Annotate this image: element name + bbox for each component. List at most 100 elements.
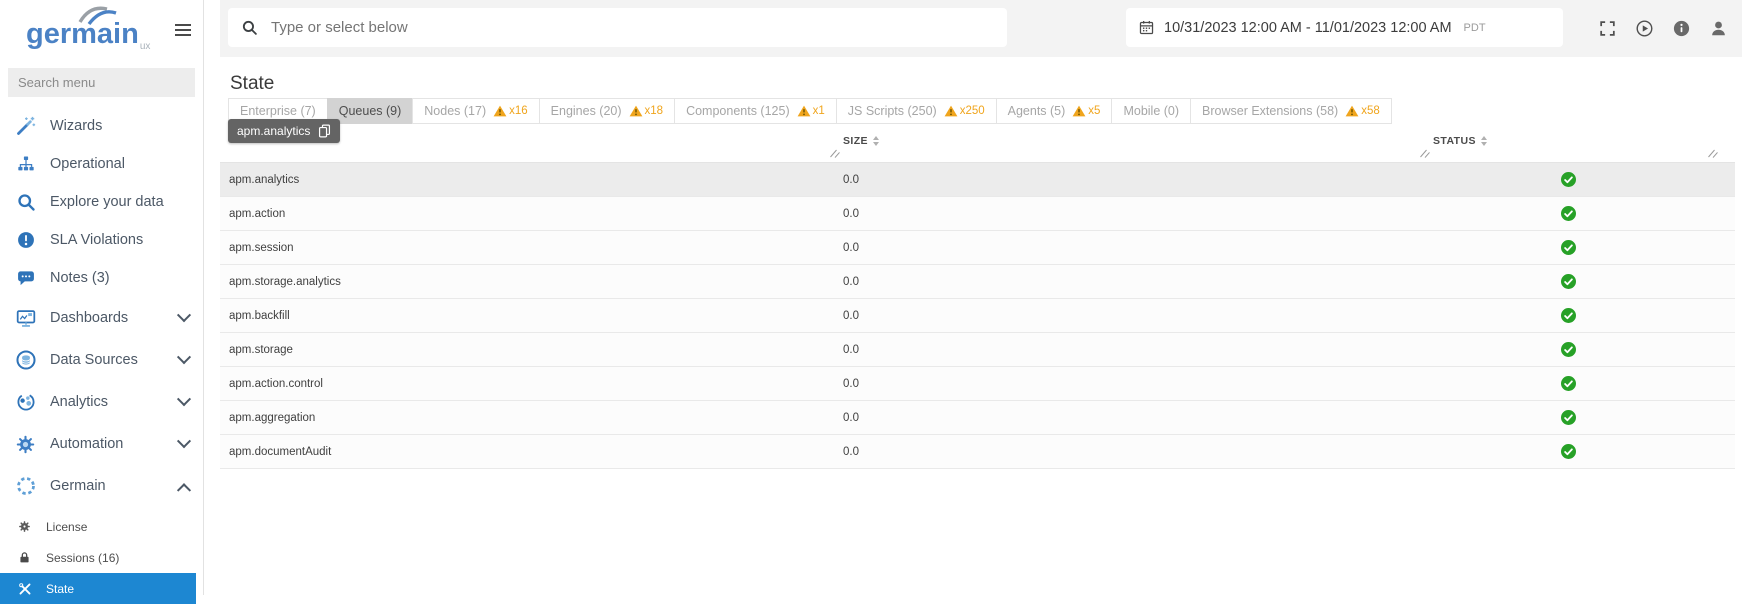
tab-warning-badge: x250 <box>944 105 985 117</box>
tab-engines-20[interactable]: Engines (20) x18 <box>538 98 676 124</box>
tab-label: Agents (5) <box>1007 104 1066 118</box>
menu-toggle-icon[interactable] <box>175 21 191 39</box>
logo-swoosh-icon <box>78 6 117 26</box>
size-cell: 0.0 <box>843 241 859 254</box>
sidebar-subitem-license[interactable]: License <box>0 511 203 542</box>
status-ok-icon <box>1561 444 1576 459</box>
sidebar-item-wizards[interactable]: Wizards <box>0 107 203 145</box>
sidebar-header: germainux <box>0 0 203 64</box>
date-range-picker[interactable]: 10/31/2023 12:00 AM - 11/01/2023 12:00 A… <box>1126 8 1563 47</box>
sidebar-item-data-sources[interactable]: Data Sources <box>0 339 203 381</box>
top-header-bar: 10/31/2023 12:00 AM - 11/01/2023 12:00 A… <box>220 0 1742 57</box>
tab-mobile-0[interactable]: Mobile (0) <box>1111 98 1192 124</box>
copy-icon[interactable] <box>318 124 331 138</box>
table-row[interactable]: apm.documentAudit 0.0 <box>220 435 1735 469</box>
sidebar-nav: Wizards Operational Explore your data SL… <box>0 107 203 507</box>
license-gear-icon <box>18 520 31 533</box>
sitemap-icon <box>16 154 36 174</box>
warning-count: x58 <box>1361 105 1380 117</box>
sidebar-item-explore-your-data[interactable]: Explore your data <box>0 183 203 221</box>
tab-warning-badge: x5 <box>1072 105 1100 117</box>
tab-nodes-17[interactable]: Nodes (17) x16 <box>412 98 540 124</box>
global-search[interactable] <box>228 8 1007 47</box>
tooltip-text: apm.analytics <box>237 124 311 138</box>
status-cell <box>1433 172 1735 187</box>
status-ok-icon <box>1561 376 1576 391</box>
queue-name-tooltip[interactable]: apm.analytics <box>228 119 341 143</box>
lock-icon <box>18 551 31 564</box>
table-row[interactable]: apm.storage 0.0 <box>220 333 1735 367</box>
table-body: apm.analytics 0.0 apm.action 0.0 apm.ses… <box>220 163 1735 469</box>
size-cell: 0.0 <box>843 207 859 220</box>
user-button[interactable] <box>1709 19 1728 38</box>
fullscreen-button[interactable] <box>1598 19 1617 38</box>
column-resize-handle[interactable] <box>1706 148 1719 158</box>
tab-label: Nodes (17) <box>424 104 487 118</box>
tab-agents-5[interactable]: Agents (5) x5 <box>995 98 1113 124</box>
queues-table: apm.analytics SIZE STATUS apm.analytics … <box>220 119 1735 469</box>
status-ok-icon <box>1561 410 1576 425</box>
status-ok-icon <box>1564 243 1573 252</box>
menu-search-input[interactable] <box>8 68 195 97</box>
sort-icon[interactable] <box>1480 136 1487 146</box>
status-ok-icon <box>1564 175 1573 184</box>
size-cell: 0.0 <box>843 309 859 322</box>
column-header-size[interactable]: SIZE <box>843 135 879 147</box>
tab-label: Enterprise (7) <box>240 104 316 118</box>
page-title: State <box>230 72 275 94</box>
play-button[interactable] <box>1635 19 1654 38</box>
status-ok-icon <box>1561 308 1576 323</box>
tab-label: Engines (20) <box>550 104 622 118</box>
sidebar-subitem-label: State <box>46 581 75 596</box>
sidebar-item-operational[interactable]: Operational <box>0 145 203 183</box>
table-row[interactable]: apm.storage.analytics 0.0 <box>220 265 1735 299</box>
sidebar-item-sla-violations[interactable]: SLA Violations <box>0 221 203 259</box>
exclamation-circle-icon <box>16 230 36 250</box>
fullscreen-icon <box>1598 19 1617 38</box>
chevron-down-icon <box>176 434 192 449</box>
chevron-down-icon <box>176 350 192 365</box>
column-resize-handle-icon <box>1706 148 1719 158</box>
status-cell <box>1433 240 1735 255</box>
column-header-status[interactable]: STATUS <box>1433 135 1487 147</box>
warning-icon <box>944 105 958 117</box>
germain-logo[interactable]: germainux <box>26 4 150 52</box>
table-row[interactable]: apm.action 0.0 <box>220 197 1735 231</box>
status-ok-icon <box>1561 206 1576 221</box>
sidebar-item-germain[interactable]: Germain <box>0 465 203 507</box>
tab-js-scripts-250[interactable]: JS Scripts (250) x250 <box>835 98 997 124</box>
sort-icon[interactable] <box>872 136 879 146</box>
table-row[interactable]: apm.backfill 0.0 <box>220 299 1735 333</box>
tab-components-125[interactable]: Components (125) x1 <box>674 98 837 124</box>
global-search-input[interactable] <box>269 18 994 37</box>
user-icon <box>1709 19 1728 38</box>
info-button[interactable] <box>1672 19 1691 38</box>
warning-count: x5 <box>1088 105 1101 117</box>
status-cell <box>1433 376 1735 391</box>
sidebar-item-analytics[interactable]: Analytics <box>0 381 203 423</box>
magic-wand-icon <box>15 116 36 137</box>
sidebar-item-dashboards[interactable]: Dashboards <box>0 297 203 339</box>
sidebar-subitem-state[interactable]: State <box>0 573 196 604</box>
sidebar-subitem-label: Sessions (16) <box>46 550 120 565</box>
tab-label: Mobile (0) <box>1123 104 1180 118</box>
column-resize-handle[interactable] <box>1418 148 1431 158</box>
table-row[interactable]: apm.action.control 0.0 <box>220 367 1735 401</box>
status-ok-icon <box>1561 342 1576 357</box>
sidebar-item-automation[interactable]: Automation <box>0 423 203 465</box>
status-ok-icon <box>1564 413 1573 422</box>
table-row[interactable]: apm.aggregation 0.0 <box>220 401 1735 435</box>
table-row[interactable]: apm.analytics 0.0 <box>220 163 1735 197</box>
warning-icon <box>797 105 811 117</box>
sidebar-subitem-sessions-16[interactable]: Sessions (16) <box>0 542 203 573</box>
sidebar-item-label: Germain <box>50 478 106 494</box>
status-cell <box>1433 274 1735 289</box>
column-resize-handle[interactable] <box>828 148 841 158</box>
status-cell <box>1433 342 1735 357</box>
main-content: 10/31/2023 12:00 AM - 11/01/2023 12:00 A… <box>204 0 1742 595</box>
sidebar-item-label: Dashboards <box>50 310 129 326</box>
tools-icon <box>18 582 32 596</box>
sidebar-item-notes-3[interactable]: Notes (3) <box>0 259 203 297</box>
table-row[interactable]: apm.session 0.0 <box>220 231 1735 265</box>
tab-browser-extensions-58[interactable]: Browser Extensions (58) x58 <box>1190 98 1392 124</box>
